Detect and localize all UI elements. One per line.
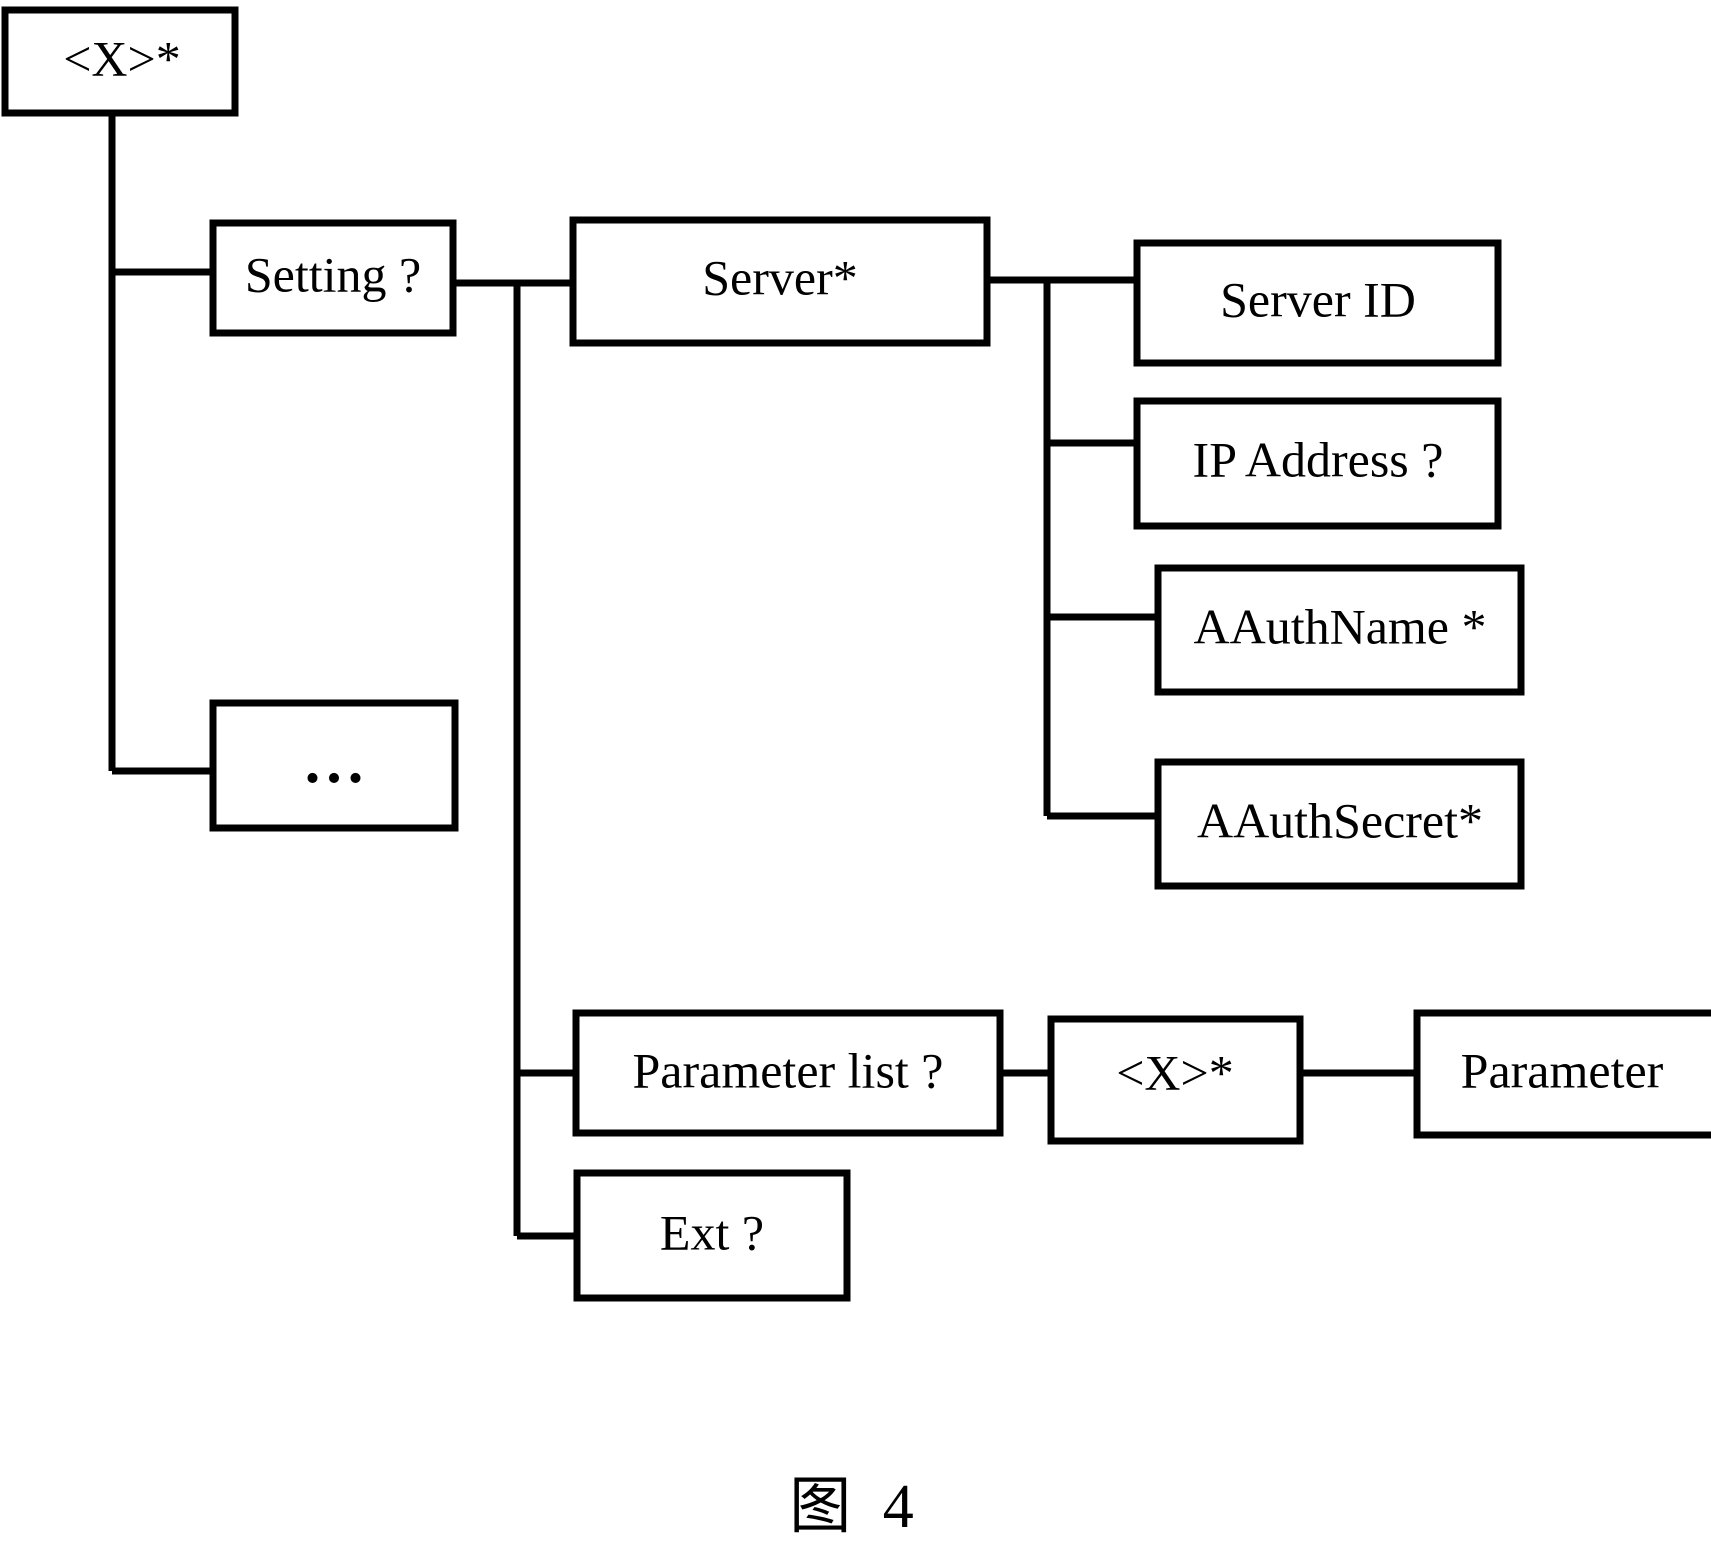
diagram-canvas: <X>* Setting ? ... Server* Server ID IP … — [1, 6, 1711, 1302]
node-label-root: <X>* — [63, 30, 181, 86]
node-label-server-id: Server ID — [1220, 271, 1416, 327]
node-label-setting: Setting ? — [245, 246, 421, 302]
node-label-ext: Ext ? — [660, 1204, 764, 1260]
node-label-aauthsecret: AAuthSecret* — [1197, 792, 1483, 848]
node-label-param-x: <X>* — [1116, 1044, 1234, 1100]
figure-diagram: <X>* Setting ? ... Server* Server ID IP … — [0, 0, 1711, 1559]
node-label-more: ... — [305, 728, 370, 796]
node-label-parameter-list: Parameter list ? — [633, 1042, 944, 1098]
node-label-aauthname: AAuthName * — [1194, 598, 1487, 654]
node-label-ip-address: IP Address ? — [1193, 431, 1444, 487]
figure-caption: 图 4 — [789, 1473, 922, 1541]
node-label-server: Server* — [702, 249, 858, 305]
node-label-parameter: Parameter — [1461, 1042, 1664, 1098]
